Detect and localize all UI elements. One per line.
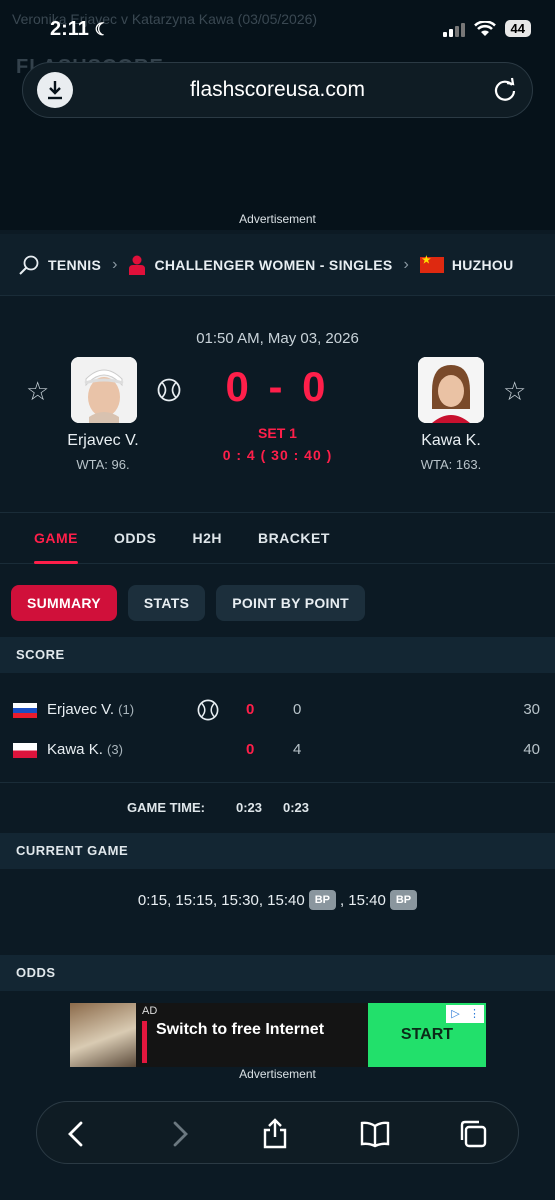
favorite-star-icon[interactable]: ☆: [26, 376, 49, 407]
tennis-racket-icon: [19, 255, 39, 275]
serving-ball-icon: [197, 699, 219, 721]
ad-choices-icon[interactable]: ▷ ⋮: [446, 1005, 484, 1023]
game-subtabs: SUMMARY STATS POINT BY POINT: [0, 565, 555, 640]
download-icon[interactable]: [37, 72, 73, 108]
poland-flag-icon: [13, 743, 37, 758]
browser-top-area: Veronika Erjavec v Katarzyna Kawa (03/05…: [0, 0, 555, 230]
tab-bracket[interactable]: BRACKET: [240, 513, 348, 563]
bookmarks-icon[interactable]: [359, 1118, 391, 1150]
share-icon[interactable]: [259, 1118, 291, 1150]
away-player-photo[interactable]: [418, 357, 484, 423]
slovenia-flag-icon: [13, 703, 37, 718]
browser-toolbar: [36, 1101, 519, 1164]
game-time-row: GAME TIME: 0:23 0:23: [0, 782, 555, 832]
breadcrumb-category[interactable]: CHALLENGER WOMEN - SINGLES: [128, 255, 392, 275]
breadcrumb: TENNIS › CHALLENGER WOMEN - SINGLES › HU…: [0, 234, 555, 296]
games-set1: 0: [293, 701, 302, 718]
player-name: Erjavec V. (1): [47, 701, 135, 718]
ad-banner[interactable]: AD Switch to free Internet START ▷ ⋮: [70, 1003, 486, 1067]
current-game-section-header: CURRENT GAME: [0, 833, 555, 869]
match-header: 01:50 AM, May 03, 2026 ☆ Erjavec V. WTA:…: [0, 297, 555, 511]
favorite-star-icon[interactable]: ☆: [503, 376, 526, 407]
reload-icon[interactable]: [492, 77, 518, 103]
moon-icon: ☾: [94, 20, 110, 39]
status-indicators: 44: [442, 20, 531, 37]
ad-tag: AD: [142, 1005, 158, 1017]
break-point-badge: BP: [308, 890, 336, 910]
address-bar[interactable]: flashscoreusa.com: [22, 62, 533, 118]
tabs-icon[interactable]: [457, 1118, 489, 1150]
china-flag-icon: [419, 255, 444, 273]
sets-won: 0: [246, 701, 255, 718]
breadcrumb-tournament[interactable]: HUZHOU: [419, 255, 514, 273]
game-time-set1: 0:23: [283, 800, 310, 815]
forward-icon[interactable]: [163, 1118, 195, 1150]
ad-headline: Switch to free Internet: [156, 1021, 325, 1038]
back-icon[interactable]: [61, 1118, 93, 1150]
table-row[interactable]: Erjavec V. (1) 0 0 30: [0, 691, 555, 729]
game-time-label: GAME TIME:: [127, 800, 205, 815]
player-name: Kawa K. (3): [47, 741, 123, 758]
sets-won: 0: [246, 741, 255, 758]
games-set1: 4: [293, 741, 302, 758]
match-tabs: GAME ODDS H2H BRACKET: [0, 512, 555, 564]
away-player-rank: WTA: 163.: [420, 457, 482, 472]
battery-indicator: 44: [504, 20, 531, 37]
breadcrumb-sport[interactable]: TENNIS: [18, 254, 101, 276]
url-text: flashscoreusa.com: [189, 78, 366, 101]
ad-accent-bar: [142, 1021, 147, 1063]
subtab-stats[interactable]: STATS: [127, 584, 206, 621]
odds-section-header[interactable]: ODDS: [0, 955, 555, 991]
advertisement-label: Advertisement: [239, 212, 316, 226]
match-datetime: 01:50 AM, May 03, 2026: [196, 330, 359, 347]
table-row[interactable]: Kawa K. (3) 0 4 40: [0, 731, 555, 769]
serving-ball-icon: [157, 378, 181, 402]
break-point-badge: BP: [389, 890, 418, 910]
home-player-photo[interactable]: [71, 357, 137, 423]
score-section-header: SCORE: [0, 637, 555, 673]
wifi-icon: [473, 20, 496, 36]
status-time: 2:11 ☾: [50, 18, 110, 40]
away-player-name[interactable]: Kawa K.: [376, 432, 526, 450]
cellular-signal-icon: [442, 21, 465, 37]
current-points: 30: [523, 701, 540, 718]
chevron-right-icon: ›: [112, 255, 118, 273]
chevron-right-icon: ›: [403, 255, 409, 273]
subtab-point-by-point[interactable]: POINT BY POINT: [216, 584, 365, 621]
subtab-summary[interactable]: SUMMARY: [11, 584, 117, 621]
tab-h2h[interactable]: H2H: [174, 513, 240, 563]
tab-game[interactable]: GAME: [16, 513, 96, 564]
tab-odds[interactable]: ODDS: [96, 513, 174, 563]
player-icon: [129, 255, 146, 275]
match-score: 0 - 0: [225, 363, 330, 410]
game-time-total: 0:23: [236, 800, 263, 815]
current-game-points: 0:15, 15:15, 15:30, 15:40 BP , 15:40 BP: [0, 870, 555, 930]
advertisement-label: Advertisement: [239, 1067, 316, 1081]
current-points: 40: [523, 741, 540, 758]
ad-image: [70, 1003, 136, 1067]
